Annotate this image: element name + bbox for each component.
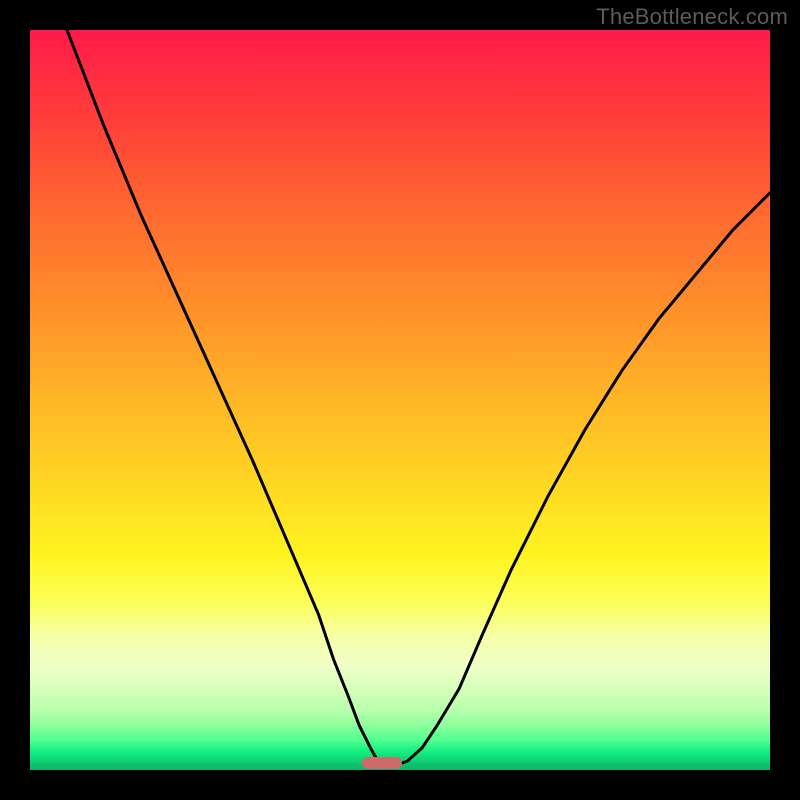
minimum-marker (362, 757, 402, 769)
plot-area (30, 30, 770, 770)
curve-svg (30, 30, 770, 770)
watermark-text: TheBottleneck.com (596, 4, 788, 30)
curve-path (67, 30, 770, 766)
chart-frame: TheBottleneck.com (0, 0, 800, 800)
